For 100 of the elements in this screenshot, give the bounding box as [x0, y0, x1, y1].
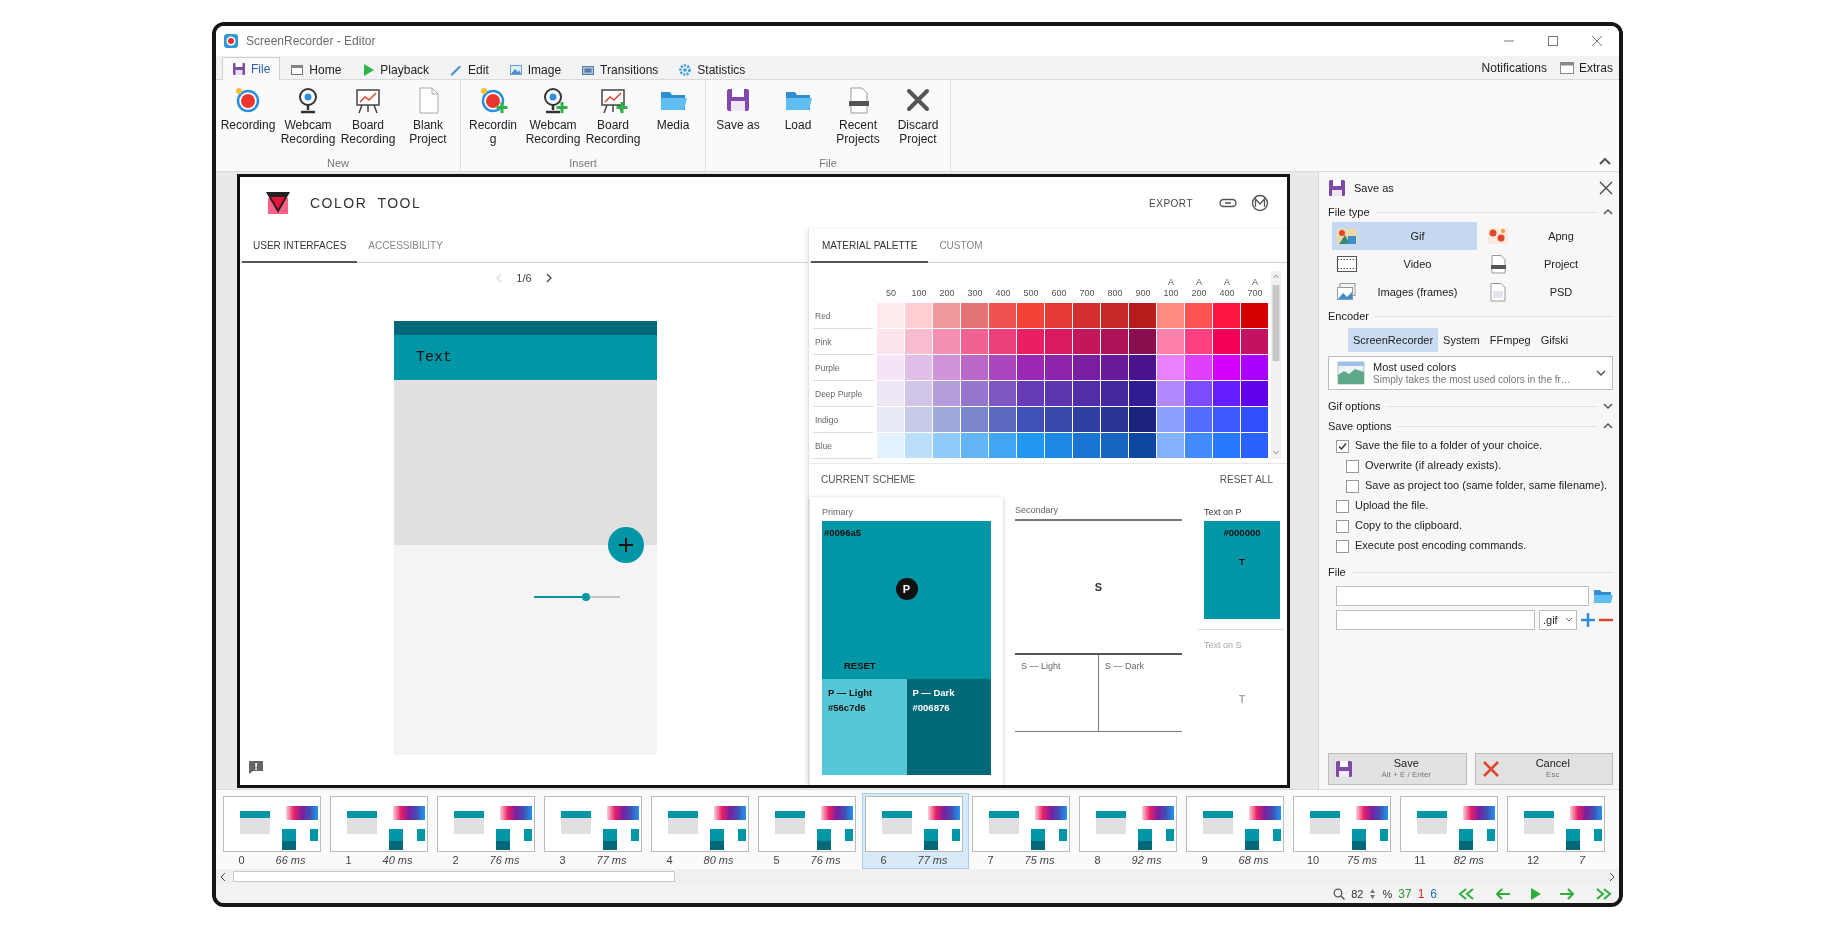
color-swatch[interactable] — [1045, 381, 1072, 406]
chevron-left-icon[interactable] — [496, 273, 503, 283]
encoder-tab[interactable]: System — [1438, 328, 1485, 352]
color-swatch[interactable] — [1241, 303, 1268, 328]
color-swatch[interactable] — [1241, 355, 1268, 380]
color-swatch[interactable] — [1241, 329, 1268, 354]
scrollbar[interactable] — [1271, 271, 1281, 459]
color-swatch[interactable] — [1157, 329, 1184, 354]
color-swatch[interactable] — [905, 381, 932, 406]
scroll-left-icon[interactable] — [219, 871, 227, 882]
color-swatch[interactable] — [1045, 355, 1072, 380]
ribbon-button[interactable]: Discard Project — [888, 83, 948, 157]
notifications-button[interactable]: Notifications — [1475, 57, 1553, 79]
checkbox[interactable] — [1336, 520, 1349, 533]
chevron-up-icon[interactable] — [1603, 208, 1613, 216]
color-swatch[interactable] — [877, 407, 904, 432]
zoom-field[interactable]: 82 — [1351, 887, 1364, 900]
add-button[interactable] — [608, 527, 644, 563]
next-frame-icon[interactable] — [1559, 887, 1575, 900]
tab[interactable]: USER INTERFACES — [242, 229, 358, 263]
ribbon-button[interactable]: Webcam Recording — [278, 83, 338, 157]
color-swatch[interactable] — [1073, 381, 1100, 406]
color-swatch[interactable] — [961, 355, 988, 380]
dialog-button[interactable]: Save Alt + E / Enter — [1328, 753, 1467, 785]
color-swatch[interactable] — [1185, 355, 1212, 380]
file-type-option[interactable]: Apng — [1483, 222, 1613, 250]
ribbon-button[interactable]: Recording — [218, 83, 278, 157]
extension-dropdown[interactable]: .gif — [1539, 610, 1577, 630]
color-swatch[interactable] — [1241, 433, 1268, 458]
frame-item[interactable]: 5 76 ms — [755, 793, 862, 869]
slider-thumb[interactable] — [581, 593, 590, 601]
checkbox[interactable] — [1336, 440, 1349, 453]
ribbon-button[interactable]: Media — [643, 83, 703, 157]
color-swatch[interactable] — [1101, 303, 1128, 328]
color-swatch[interactable] — [1213, 355, 1240, 380]
menu-tab[interactable]: Home — [280, 59, 352, 80]
color-swatch[interactable] — [961, 381, 988, 406]
export-button[interactable]: EXPORT — [1149, 197, 1193, 209]
color-swatch[interactable] — [1045, 329, 1072, 354]
plus-icon[interactable] — [1581, 613, 1595, 627]
extras-button[interactable]: Extras — [1553, 57, 1619, 79]
tab[interactable]: ACCESSIBILITY — [357, 229, 454, 263]
chevron-down-icon[interactable] — [1603, 402, 1613, 410]
file-type-option[interactable]: Images (frames) — [1332, 278, 1477, 306]
dialog-button[interactable]: Cancel Esc — [1474, 753, 1613, 785]
color-swatch[interactable] — [905, 355, 932, 380]
color-swatch[interactable] — [1241, 407, 1268, 432]
color-swatch[interactable] — [1073, 329, 1100, 354]
frame-item[interactable]: 1 40 ms — [327, 793, 434, 869]
ribbon-button[interactable]: Board Recording — [338, 83, 398, 157]
color-swatch[interactable] — [1129, 303, 1156, 328]
maximize-icon[interactable] — [1547, 35, 1559, 47]
color-swatch[interactable] — [1213, 407, 1240, 432]
color-swatch[interactable] — [989, 329, 1016, 354]
color-swatch[interactable] — [989, 433, 1016, 458]
color-swatch[interactable] — [1129, 407, 1156, 432]
color-swatch[interactable] — [1073, 303, 1100, 328]
close-icon[interactable] — [1599, 181, 1613, 195]
chevron-right-icon[interactable] — [545, 273, 552, 283]
ribbon-button[interactable]: Recordin g — [463, 83, 523, 157]
color-swatch[interactable] — [1157, 381, 1184, 406]
color-swatch[interactable] — [1185, 433, 1212, 458]
checkbox[interactable] — [1336, 540, 1349, 553]
color-swatch[interactable] — [877, 303, 904, 328]
ribbon-button[interactable]: Webcam Recording — [523, 83, 583, 157]
color-swatch[interactable] — [1045, 407, 1072, 432]
frame-item[interactable]: 7 75 ms — [969, 793, 1076, 869]
menu-tab[interactable]: Image — [498, 59, 572, 80]
color-swatch[interactable] — [1017, 329, 1044, 354]
color-swatch[interactable] — [1073, 355, 1100, 380]
color-swatch[interactable] — [1017, 303, 1044, 328]
color-swatch[interactable] — [877, 329, 904, 354]
primary-swatch[interactable]: #0096a5 P RESET — [822, 521, 991, 679]
color-swatch[interactable] — [1157, 433, 1184, 458]
frame-item[interactable]: 11 82 ms — [1397, 793, 1504, 869]
color-swatch[interactable] — [1073, 433, 1100, 458]
color-swatch[interactable] — [1045, 433, 1072, 458]
ribbon-button[interactable]: Blank Project — [398, 83, 458, 157]
color-swatch[interactable] — [933, 381, 960, 406]
encoder-tab[interactable]: Gifski — [1535, 328, 1574, 352]
variant-swatch[interactable]: P — Dark #006876 — [906, 679, 991, 775]
folder-path-field[interactable] — [1336, 586, 1589, 606]
previous-frame-icon[interactable] — [1495, 887, 1511, 900]
color-swatch[interactable] — [961, 303, 988, 328]
variant-swatch[interactable]: P — Light #56c7d6 — [822, 679, 907, 775]
text-color-swatch[interactable]: #000000 T — [1204, 521, 1280, 619]
checkbox[interactable] — [1346, 460, 1359, 473]
chevron-up-icon[interactable] — [1603, 422, 1613, 430]
color-swatch[interactable] — [877, 355, 904, 380]
file-type-option[interactable]: Video — [1332, 250, 1477, 278]
file-type-option[interactable]: Project — [1483, 250, 1613, 278]
reset-all-button[interactable]: RESET ALL — [1219, 474, 1273, 485]
encoder-tab[interactable]: FFmpeg — [1484, 328, 1536, 352]
link-icon[interactable] — [1219, 198, 1237, 208]
color-swatch[interactable] — [877, 381, 904, 406]
file-name-field[interactable] — [1336, 610, 1535, 630]
frame-item[interactable]: 12 7 — [1504, 793, 1619, 869]
color-swatch[interactable] — [1101, 355, 1128, 380]
color-swatch[interactable] — [905, 407, 932, 432]
color-swatch[interactable] — [1129, 433, 1156, 458]
